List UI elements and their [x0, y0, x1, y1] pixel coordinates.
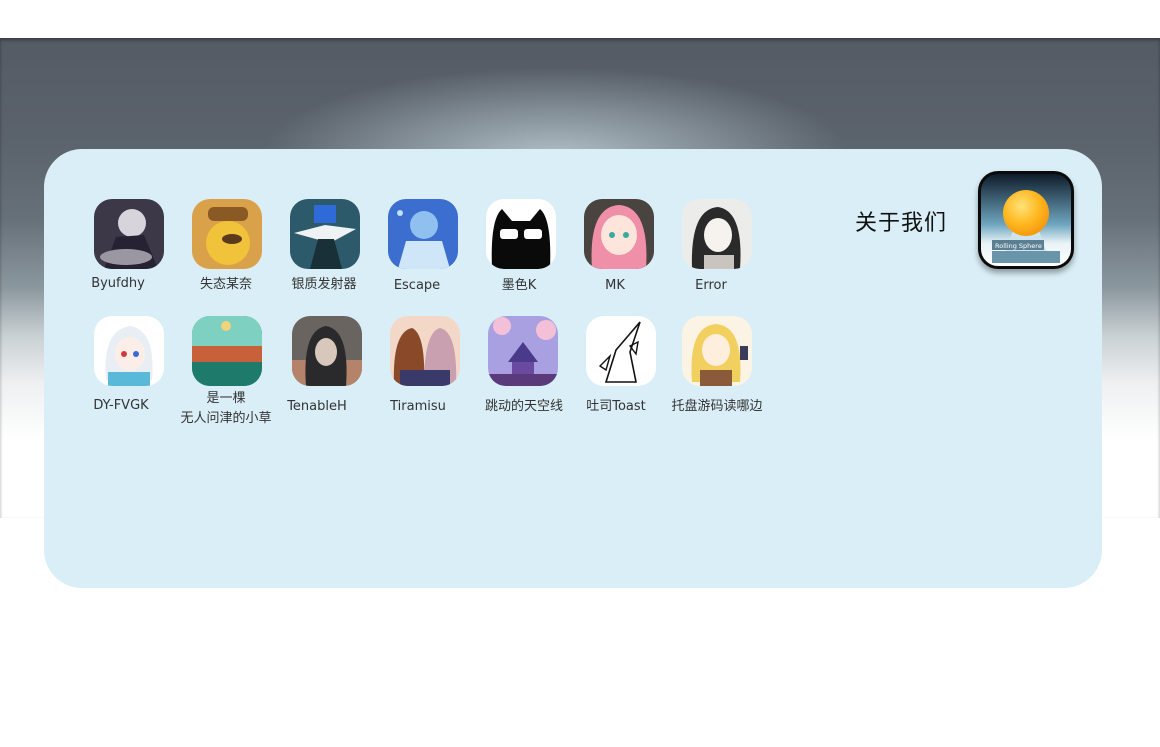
avatar[interactable]: [682, 199, 752, 269]
avatar[interactable]: [192, 316, 262, 386]
avatar[interactable]: [192, 199, 262, 269]
member-name: DY-FVGK: [93, 398, 149, 413]
avatar[interactable]: [586, 316, 656, 386]
avatar[interactable]: [682, 316, 752, 386]
member-name: 托盘游码读哪边: [671, 399, 763, 414]
avatar[interactable]: [94, 316, 164, 386]
avatar[interactable]: [488, 316, 558, 386]
avatar[interactable]: [94, 199, 164, 269]
avatar[interactable]: [292, 316, 362, 386]
avatar[interactable]: [486, 199, 556, 269]
avatar[interactable]: [390, 316, 460, 386]
about-us-title: 关于我们: [855, 211, 948, 236]
member-name: Tiramisu: [390, 399, 446, 414]
rolling-sphere-logo[interactable]: Rolling Sphere: [978, 171, 1074, 269]
avatar[interactable]: [290, 199, 360, 269]
avatar[interactable]: [584, 199, 654, 269]
member-name: Byufdhy: [91, 276, 145, 291]
member-name: Error: [695, 278, 727, 293]
logo-text: Rolling Sphere: [995, 242, 1042, 250]
avatar[interactable]: [388, 199, 458, 269]
